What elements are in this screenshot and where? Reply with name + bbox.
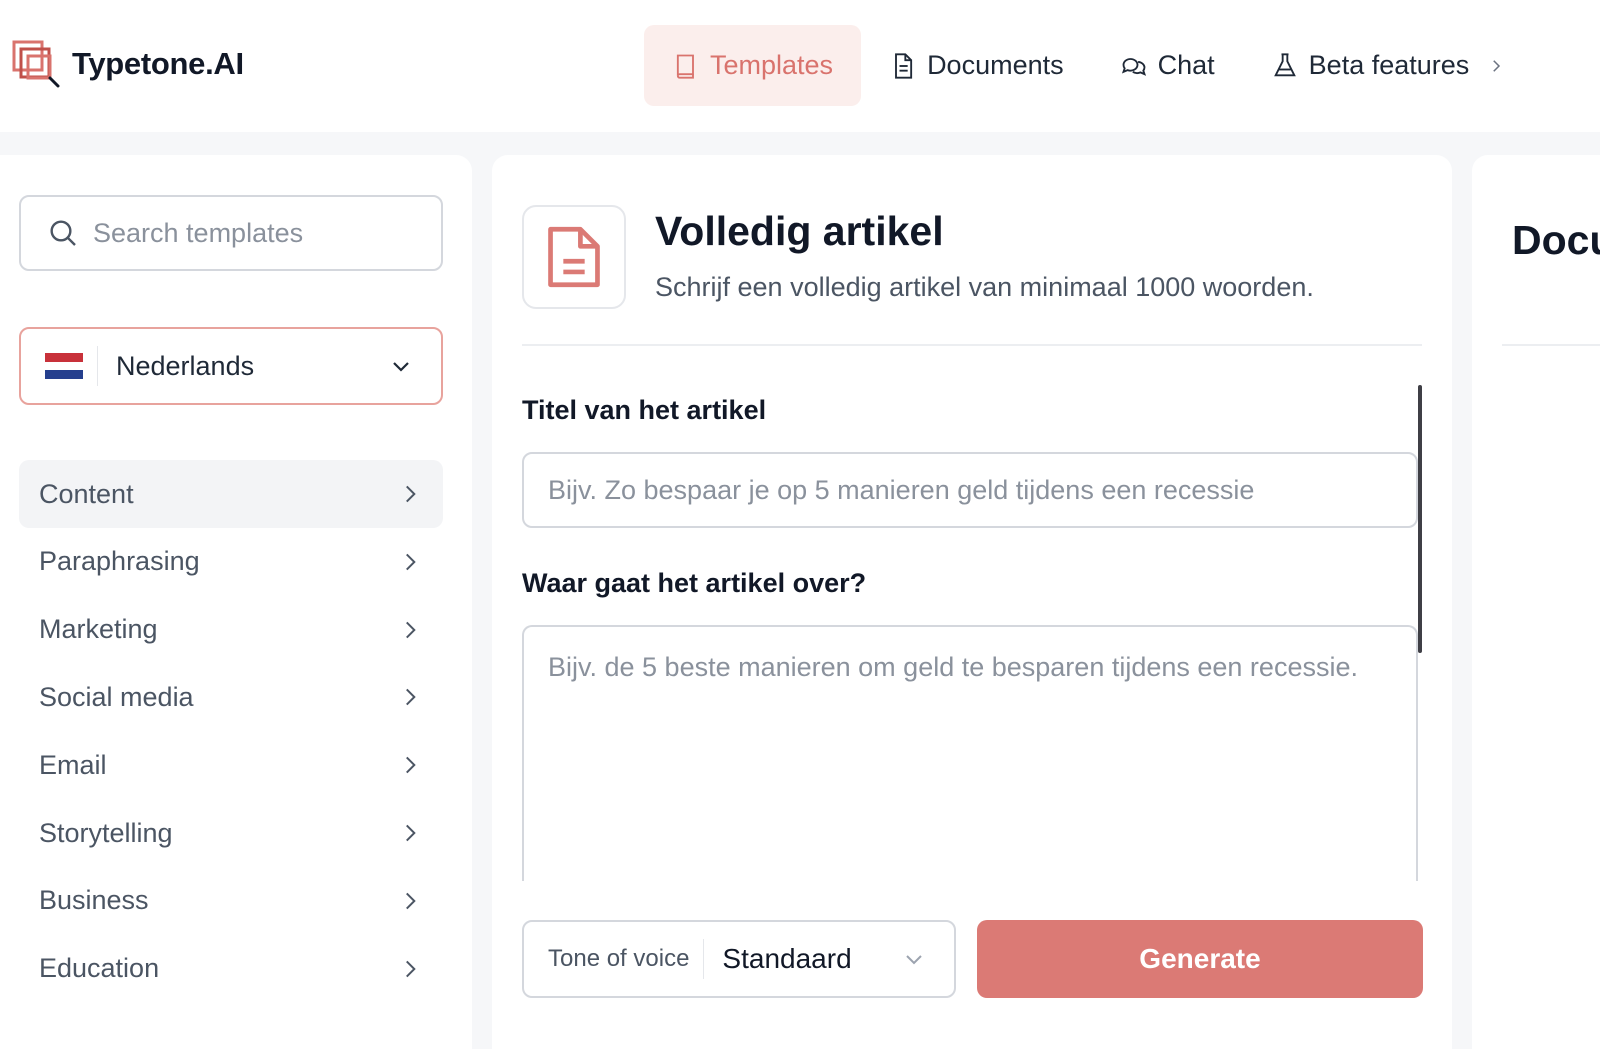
template-description: Schrijf een volledig artikel van minimaa… — [655, 272, 1314, 302]
tone-of-voice-value: Standaard — [722, 943, 852, 974]
template-title: Volledig artikel — [655, 208, 944, 254]
category-label: Email — [39, 749, 107, 780]
category-business[interactable]: Business — [19, 867, 443, 935]
category-label: Content — [39, 478, 134, 509]
nav-chat[interactable]: Chat — [1092, 25, 1243, 106]
chevron-right-icon — [406, 892, 416, 910]
chevron-down-icon — [906, 955, 922, 965]
language-select[interactable]: Nederlands — [19, 327, 443, 405]
template-icon-box — [522, 205, 626, 309]
article-topic-label: Waar gaat het artikel over? — [522, 568, 867, 598]
chat-bubbles-icon — [1121, 57, 1146, 76]
search-input[interactable] — [93, 217, 413, 249]
chevron-right-icon — [406, 824, 416, 842]
category-storytelling[interactable]: Storytelling — [19, 799, 443, 867]
category-education[interactable]: Education — [19, 935, 443, 1003]
divider — [703, 939, 705, 979]
scrollbar[interactable] — [1418, 385, 1422, 653]
documents-panel: Docu — [1472, 155, 1600, 1049]
article-topic-textarea[interactable] — [522, 625, 1418, 881]
nav-beta-features[interactable]: Beta features — [1243, 25, 1534, 106]
tone-of-voice-select[interactable]: Tone of voice Standaard — [522, 920, 956, 998]
nav-templates[interactable]: Templates — [644, 25, 862, 106]
search-icon — [50, 220, 76, 246]
category-email[interactable]: Email — [19, 731, 443, 799]
typetone-logo-icon — [12, 40, 60, 88]
document-icon — [548, 226, 600, 288]
generate-button[interactable]: Generate — [977, 920, 1423, 998]
category-label: Marketing — [39, 614, 158, 645]
divider — [97, 346, 98, 386]
category-list: Content Paraphrasing Marketing Social me… — [19, 460, 443, 1003]
category-content[interactable]: Content — [19, 460, 443, 528]
chevron-down-icon — [393, 362, 409, 372]
top-header: Typetone.AI Templates Documents Chat Bet… — [0, 0, 1600, 132]
chevron-right-icon — [1493, 59, 1501, 72]
nav-templates-label: Templates — [710, 50, 834, 80]
chevron-right-icon — [406, 960, 416, 977]
nav-documents-label: Documents — [927, 50, 1064, 80]
flask-icon — [1273, 52, 1296, 76]
chevron-right-icon — [406, 485, 416, 503]
category-social-media[interactable]: Social media — [19, 663, 443, 731]
nav-beta-features-label: Beta features — [1308, 50, 1470, 80]
divider — [522, 344, 1422, 346]
article-title-label: Titel van het artikel — [522, 395, 767, 425]
category-label: Storytelling — [39, 817, 173, 848]
category-label: Business — [39, 885, 149, 916]
search-box[interactable] — [19, 195, 443, 271]
document-icon — [895, 52, 913, 79]
chevron-right-icon — [406, 756, 416, 774]
nav-documents[interactable]: Documents — [861, 25, 1092, 106]
chevron-right-icon — [406, 553, 416, 571]
category-marketing[interactable]: Marketing — [19, 596, 443, 664]
category-label: Social media — [39, 681, 194, 712]
documents-panel-title: Docu — [1512, 217, 1600, 263]
app-name: Typetone.AI — [72, 46, 244, 81]
logo[interactable]: Typetone.AI — [12, 40, 244, 88]
nav-chat-label: Chat — [1157, 50, 1215, 80]
language-value: Nederlands — [116, 350, 255, 381]
chevron-right-icon — [406, 621, 416, 638]
category-paraphrasing[interactable]: Paraphrasing — [19, 528, 443, 596]
tone-of-voice-label: Tone of voice — [548, 945, 690, 972]
chevron-right-icon — [406, 689, 416, 706]
template-form-panel: Volledig artikel Schrijf een volledig ar… — [492, 155, 1452, 1049]
book-icon — [676, 54, 694, 79]
category-label: Paraphrasing — [39, 546, 200, 577]
main-nav: Templates Documents Chat Beta features — [644, 25, 1533, 106]
divider — [1502, 344, 1600, 346]
dutch-flag-icon — [45, 353, 83, 380]
article-title-input[interactable] — [522, 452, 1418, 528]
category-label: Education — [39, 953, 160, 984]
template-sidebar: Nederlands Content Paraphrasing Marketin… — [0, 155, 472, 1049]
